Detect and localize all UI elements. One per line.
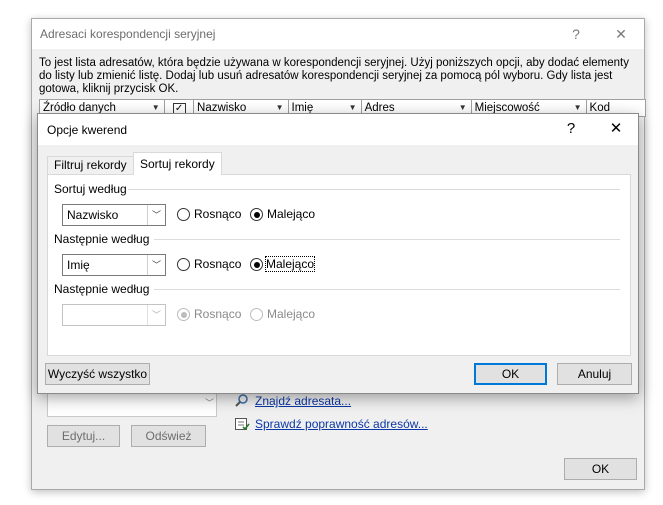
back-window-title: Adresaci korespondencji seryjnej xyxy=(40,27,216,41)
then-by-2-field-combo[interactable]: ﹀ xyxy=(62,304,166,326)
chevron-down-icon: ﹀ xyxy=(147,205,165,225)
sort-by-descending-label: Malejąco xyxy=(267,207,316,221)
back-close-button[interactable]: ✕ xyxy=(609,22,633,46)
magnifier-icon xyxy=(234,393,250,409)
combo-value: Imię xyxy=(67,258,90,272)
dialog-help-button[interactable]: ? xyxy=(558,116,584,142)
recipients-description: To jest lista adresatów, która będzie uż… xyxy=(39,57,629,95)
dialog-title-bar: Opcje kwerend ? ✕ xyxy=(38,114,638,145)
sort-by-ascending-radio[interactable] xyxy=(177,208,190,221)
tab-sort-records[interactable]: Sortuj rekordy xyxy=(133,152,222,175)
back-title-bar: Adresaci korespondencji seryjnej ? ✕ xyxy=(32,19,644,49)
back-help-button[interactable]: ? xyxy=(564,22,588,46)
refresh-button[interactable]: Odśwież xyxy=(131,425,206,447)
sort-by-descending-radio[interactable] xyxy=(250,208,263,221)
checklist-icon xyxy=(234,416,250,432)
chevron-down-icon: ﹀ xyxy=(147,305,165,325)
combo-value: Nazwisko xyxy=(67,208,119,222)
sort-records-panel: Sortuj według Nazwisko ﹀ Rosnąco Malejąc… xyxy=(47,174,631,356)
find-recipient-link[interactable]: Znajdź adresata... xyxy=(255,394,351,408)
then-by-2-ascending-radio[interactable] xyxy=(177,308,190,321)
chevron-down-icon: ﹀ xyxy=(204,398,214,408)
then-by-descending-label: Malejąco xyxy=(264,256,316,272)
clear-all-button[interactable]: Wyczyść wszystko xyxy=(45,363,150,385)
then-by-ascending-radio[interactable] xyxy=(177,258,190,271)
dialog-cancel-button[interactable]: Anuluj xyxy=(557,363,632,385)
back-ok-button[interactable]: OK xyxy=(564,458,637,480)
dialog-title: Opcje kwerend xyxy=(47,123,128,137)
then-by-2-ascending-label: Rosnąco xyxy=(194,307,242,321)
tab-strip: Filtruj rekordy Sortuj rekordy xyxy=(47,152,629,175)
then-by-2-descending-label: Malejąco xyxy=(267,307,316,321)
then-by-2-label: Następnie według xyxy=(54,282,150,296)
then-by-label: Następnie według xyxy=(54,232,150,246)
sort-by-field-combo[interactable]: Nazwisko ﹀ xyxy=(62,204,166,226)
chevron-down-icon: ﹀ xyxy=(147,255,165,275)
then-by-field-combo[interactable]: Imię ﹀ xyxy=(62,254,166,276)
sort-by-ascending-label: Rosnąco xyxy=(194,207,242,221)
group-divider xyxy=(154,239,620,240)
then-by-descending-radio[interactable] xyxy=(250,258,263,271)
group-divider xyxy=(128,189,620,190)
dialog-close-button[interactable]: ✕ xyxy=(603,116,629,142)
validate-addresses-link[interactable]: Sprawdź poprawność adresów... xyxy=(255,417,428,431)
then-by-ascending-label: Rosnąco xyxy=(194,257,242,271)
sort-by-label: Sortuj według xyxy=(54,182,127,196)
query-options-dialog: Opcje kwerend ? ✕ Filtruj rekordy Sortuj… xyxy=(37,113,639,394)
tab-filter-records[interactable]: Filtruj rekordy xyxy=(47,156,134,174)
dialog-ok-button[interactable]: OK xyxy=(474,363,547,385)
then-by-2-descending-radio[interactable] xyxy=(250,308,263,321)
group-divider xyxy=(154,289,620,290)
edit-button[interactable]: Edytuj... xyxy=(47,425,120,447)
